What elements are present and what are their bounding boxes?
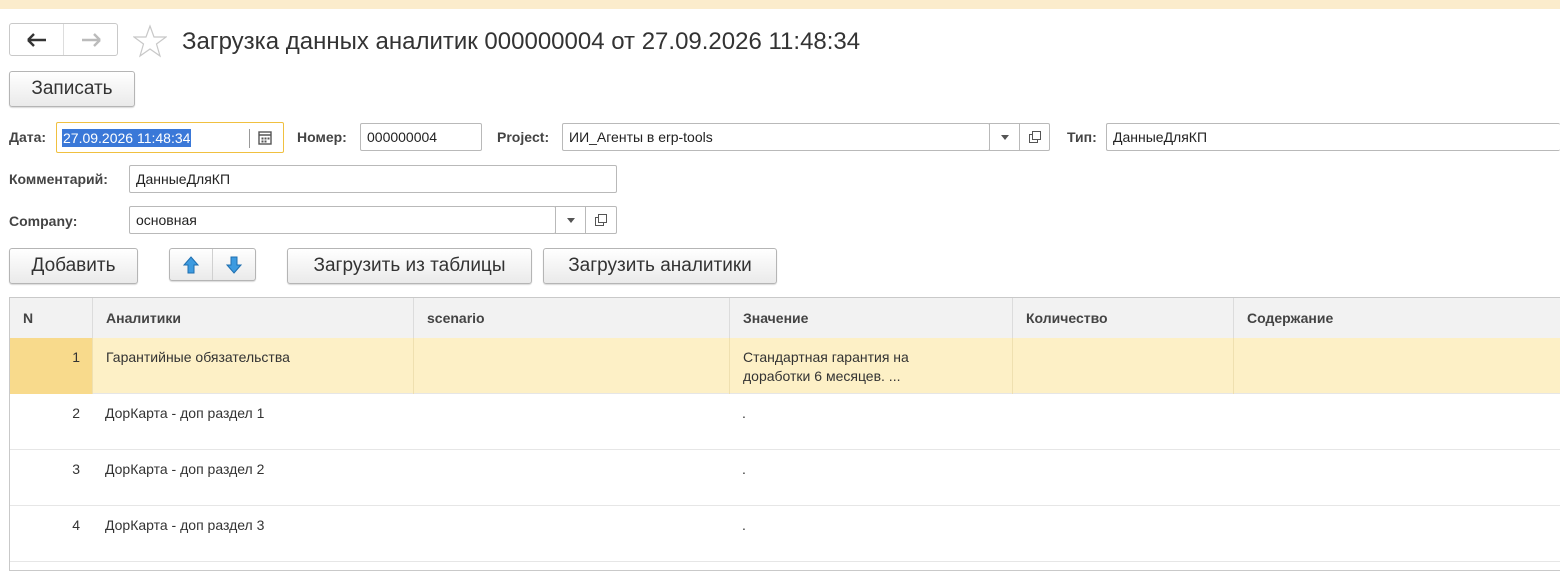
open-form-icon	[595, 214, 607, 226]
chevron-down-icon	[1000, 134, 1009, 140]
table-row[interactable]: 4 ДорКарта - доп раздел 3 .	[10, 506, 1560, 562]
move-down-button[interactable]	[212, 249, 255, 280]
date-field[interactable]: 27.09.2026 11:48:34	[56, 122, 284, 153]
project-dropdown-button[interactable]	[989, 123, 1020, 151]
forward-button[interactable]	[63, 24, 117, 55]
star-icon[interactable]	[133, 24, 167, 58]
comment-field[interactable]: ДанныеДляКП	[129, 165, 617, 193]
type-label: Тип:	[1067, 129, 1097, 145]
calendar-icon[interactable]	[258, 130, 272, 145]
value-cell: .	[742, 461, 746, 477]
arrow-left-icon	[26, 32, 46, 47]
type-field[interactable]: ДанныеДляКП	[1106, 123, 1560, 151]
analytics-cell: ДорКарта - доп раздел 3	[105, 517, 265, 533]
project-field[interactable]: ИИ_Агенты в erp-tools	[562, 123, 990, 151]
quantity-cell	[1012, 450, 1233, 506]
project-label: Project:	[497, 129, 550, 145]
column-header-n[interactable]: N	[10, 298, 92, 338]
company-field[interactable]: основная	[129, 206, 556, 234]
company-open-button[interactable]	[586, 206, 617, 234]
arrow-down-icon	[226, 256, 242, 274]
column-header-analytics[interactable]: Аналитики	[92, 298, 413, 338]
content-cell	[1233, 450, 1560, 506]
add-button[interactable]: Добавить	[9, 248, 138, 284]
comment-label: Комментарий:	[9, 171, 108, 187]
back-button[interactable]	[10, 24, 63, 55]
table-row[interactable]: 1 Гарантийные обязательства Стандартная …	[10, 338, 1560, 394]
save-button[interactable]: Записать	[9, 71, 135, 107]
top-strip	[0, 0, 1560, 9]
open-form-icon	[1028, 131, 1041, 143]
row-number: 3	[72, 461, 80, 477]
analytics-cell: ДорКарта - доп раздел 1	[105, 405, 265, 421]
arrow-up-icon	[183, 255, 199, 273]
content-cell	[1233, 506, 1560, 562]
scenario-cell	[413, 338, 729, 394]
analytics-cell: Гарантийные обязательства	[92, 338, 413, 394]
table-row[interactable]: 2 ДорКарта - доп раздел 1 .	[10, 394, 1560, 450]
move-up-button[interactable]	[170, 249, 212, 280]
text-cursor	[249, 129, 250, 148]
date-label: Дата:	[9, 129, 47, 145]
number-label: Номер:	[297, 129, 347, 145]
row-number: 2	[72, 405, 80, 421]
scenario-cell	[413, 394, 729, 450]
column-header-scenario[interactable]: scenario	[413, 298, 729, 338]
quantity-cell	[1012, 506, 1233, 562]
move-buttons	[169, 248, 256, 281]
value-cell: .	[742, 517, 746, 533]
value-cell: Стандартная гарантия на доработки 6 меся…	[729, 338, 1012, 394]
number-field[interactable]: 000000004	[360, 123, 482, 151]
company-label: Company:	[9, 213, 78, 229]
company-dropdown-button[interactable]	[555, 206, 586, 234]
date-value: 27.09.2026 11:48:34	[62, 128, 192, 147]
row-number: 1	[10, 338, 92, 394]
column-header-content[interactable]: Содержание	[1233, 298, 1560, 338]
quantity-cell	[1012, 338, 1233, 394]
table-header: N Аналитики scenario Значение Количество…	[10, 298, 1560, 339]
chevron-down-icon	[566, 217, 575, 223]
row-number: 4	[72, 517, 80, 533]
column-header-value[interactable]: Значение	[729, 298, 1012, 338]
content-cell	[1233, 394, 1560, 450]
page-title: Загрузка данных аналитик 000000004 от 27…	[182, 28, 861, 55]
history-nav	[9, 23, 118, 56]
arrow-right-icon	[81, 32, 101, 47]
project-open-button[interactable]	[1020, 123, 1050, 151]
column-header-quantity[interactable]: Количество	[1012, 298, 1233, 338]
scenario-cell	[413, 506, 729, 562]
scenario-cell	[413, 450, 729, 506]
value-cell: .	[742, 405, 746, 421]
table-row[interactable]: 3 ДорКарта - доп раздел 2 .	[10, 450, 1560, 506]
analytics-table[interactable]: N Аналитики scenario Значение Количество…	[9, 297, 1560, 571]
quantity-cell	[1012, 394, 1233, 450]
analytics-cell: ДорКарта - доп раздел 2	[105, 461, 265, 477]
load-analytics-button[interactable]: Загрузить аналитики	[543, 248, 777, 284]
content-cell	[1233, 338, 1560, 394]
load-from-table-button[interactable]: Загрузить из таблицы	[287, 248, 532, 284]
